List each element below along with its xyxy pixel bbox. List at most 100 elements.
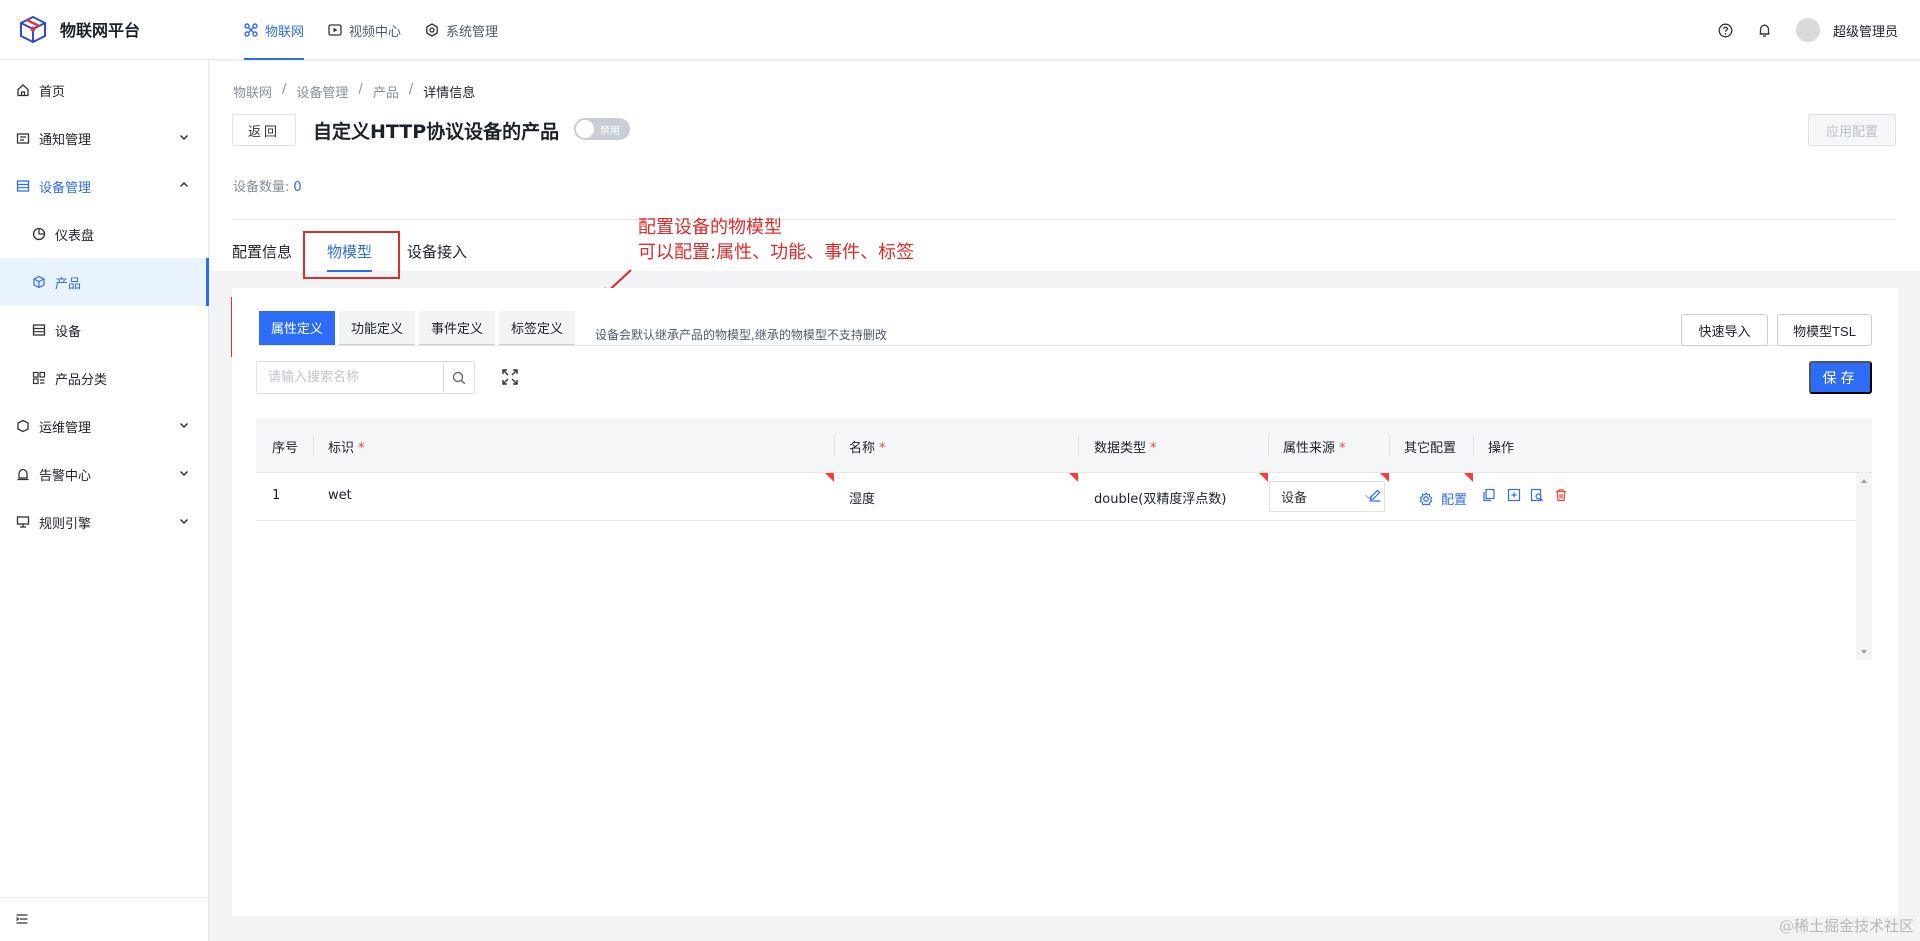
sidebar-item-product[interactable]: 产品 (0, 258, 209, 306)
tab-device-access[interactable]: 设备接入 (407, 241, 467, 262)
tab-label: 配置信息 (232, 243, 293, 261)
annotation-line-1: 配置设备的物模型 (638, 217, 782, 238)
device-count: 设备数量: 0 (233, 176, 302, 195)
column-separator (1078, 434, 1079, 456)
top-nav: 物联网 视频中心 系统管理 (232, 0, 510, 60)
insert-row-icon[interactable] (1507, 488, 1521, 502)
edited-marker (825, 473, 834, 482)
delete-icon[interactable] (1554, 488, 1568, 502)
scroll-up-icon[interactable] (1861, 479, 1867, 483)
topnav-system-label: 系统管理 (446, 24, 499, 40)
edited-marker (1380, 473, 1389, 482)
sidebar-item-label: 通知管理 (39, 132, 92, 148)
edit-source-icon[interactable] (1368, 488, 1382, 502)
scroll-down-icon[interactable] (1861, 650, 1867, 654)
sidebar-item-ops[interactable]: 运维管理 (0, 402, 208, 450)
sidebar-item-dashboard[interactable]: 仪表盘 (0, 210, 208, 258)
edited-marker (1464, 473, 1473, 482)
collapse-menu-icon (16, 914, 28, 924)
apply-config-button[interactable]: 应用配置 (1808, 114, 1896, 146)
sidebar-item-rule[interactable]: 规则引擎 (0, 498, 208, 546)
model-subtabs: 属性定义 功能定义 事件定义 标签定义 (259, 311, 579, 345)
sidebar-item-alarm[interactable]: 告警中心 (0, 450, 208, 498)
device-icon (32, 324, 46, 336)
help-icon[interactable] (1718, 23, 1733, 38)
divider (259, 345, 1861, 346)
sidebar-item-device[interactable]: 设备 (0, 306, 208, 354)
user-name[interactable]: 超级管理员 (1833, 21, 1898, 40)
save-button[interactable]: 保存 (1809, 361, 1872, 394)
table-scrollbar[interactable] (1856, 473, 1872, 660)
breadcrumb-current: 详情信息 (423, 86, 476, 101)
copy-icon[interactable] (1482, 488, 1496, 502)
logo[interactable]: 物联网平台 (18, 15, 140, 43)
annotation-line-2: 可以配置:属性、功能、事件、标签 (638, 242, 915, 263)
chevron-down-icon (179, 518, 189, 525)
column-separator (1389, 434, 1390, 456)
table-row: 1 wet 湿度 double(双精度浮点数) 设备 配置 (256, 473, 1856, 521)
breadcrumb-item[interactable]: 产品 (373, 82, 399, 101)
sidebar-item-device-manage[interactable]: 设备管理 (0, 162, 208, 210)
toggle-knob (576, 120, 594, 138)
breadcrumb-item[interactable]: 物联网 (233, 82, 272, 101)
cell-index: 1 (272, 488, 281, 503)
sidebar-item-label: 首页 (39, 84, 66, 100)
detail-header: 物联网 / 设备管理 / 产品 / 详情信息 返回 自定义HTTP协议设备的产品 禁用… (210, 61, 1920, 272)
detail-icon[interactable] (1530, 488, 1544, 502)
edited-marker (1069, 473, 1078, 482)
product-icon (33, 275, 45, 289)
sidebar-item-notice[interactable]: 通知管理 (0, 114, 208, 162)
breadcrumb-item[interactable]: 设备管理 (296, 82, 348, 101)
enable-toggle[interactable]: 禁用 (574, 118, 630, 140)
watermark: @稀土掘金技术社区 (1778, 917, 1914, 935)
subtab-event[interactable]: 事件定义 (419, 311, 496, 345)
subtab-tag[interactable]: 标签定义 (499, 311, 576, 345)
sidebar-item-label: 告警中心 (39, 468, 92, 484)
thing-model-card: 属性定义 功能定义 事件定义 标签定义 设备会默认继承产品的物模型,继承的物模型… (232, 288, 1898, 916)
tsl-button[interactable]: 物模型TSL (1777, 314, 1872, 346)
search-icon (452, 371, 466, 384)
sidebar-item-label: 设备管理 (39, 180, 92, 196)
column-header-actions: 操作 (1488, 441, 1515, 456)
chevron-down-icon (179, 134, 189, 141)
device-count-value[interactable]: 0 (293, 180, 301, 195)
column-separator (1473, 434, 1474, 456)
subtab-function[interactable]: 功能定义 (339, 311, 416, 345)
back-button[interactable]: 返回 (232, 114, 296, 146)
device-manage-icon (16, 180, 30, 192)
avatar[interactable] (1795, 18, 1820, 42)
sidebar-item-home[interactable]: 首页 (0, 66, 208, 114)
sidebar-item-label: 设备 (55, 324, 82, 340)
quick-import-button[interactable]: 快速导入 (1681, 314, 1768, 346)
other-config-button[interactable]: 配置 (1419, 489, 1467, 508)
topnav-video[interactable]: 视频中心 (316, 0, 413, 60)
gear-icon (1419, 491, 1433, 506)
topnav-system[interactable]: 系统管理 (413, 0, 510, 60)
column-header-source: 属性来源 * (1283, 441, 1346, 456)
sidebar-item-label: 运维管理 (39, 420, 92, 436)
search-input[interactable] (257, 362, 444, 393)
device-count-label: 设备数量: (233, 180, 290, 195)
cell-identifier[interactable]: wet (328, 488, 352, 503)
sidebar-item-category[interactable]: 产品分类 (0, 354, 208, 402)
toggle-label: 禁用 (600, 126, 620, 137)
column-header-data-type: 数据类型 * (1094, 441, 1157, 456)
property-table: 序号 标识 * 名称 * 数据类型 * 属性来源 * 其它配置 操作 1 wet 湿度 … (256, 418, 1872, 660)
sidebar-collapse-button[interactable] (0, 897, 208, 941)
bell-icon[interactable] (1757, 23, 1772, 38)
settings-icon (426, 23, 438, 37)
search-box (256, 361, 475, 394)
fullscreen-icon[interactable] (502, 369, 518, 385)
inherit-hint: 设备会默认继承产品的物模型,继承的物模型不支持删改 (595, 328, 887, 342)
topnav-iot-label: 物联网 (265, 24, 305, 40)
logo-icon (20, 15, 46, 43)
cell-name[interactable]: 湿度 (849, 488, 875, 507)
tab-config-info[interactable]: 配置信息 (232, 241, 292, 262)
topnav-iot[interactable]: 物联网 (232, 0, 316, 60)
source-select-value: 设备 (1281, 491, 1308, 506)
cell-data-type[interactable]: double(双精度浮点数) (1094, 488, 1226, 507)
subtab-property[interactable]: 属性定义 (259, 311, 336, 345)
video-icon (328, 24, 342, 36)
annotation-tab-highlight (303, 231, 400, 279)
search-button[interactable] (443, 362, 474, 393)
